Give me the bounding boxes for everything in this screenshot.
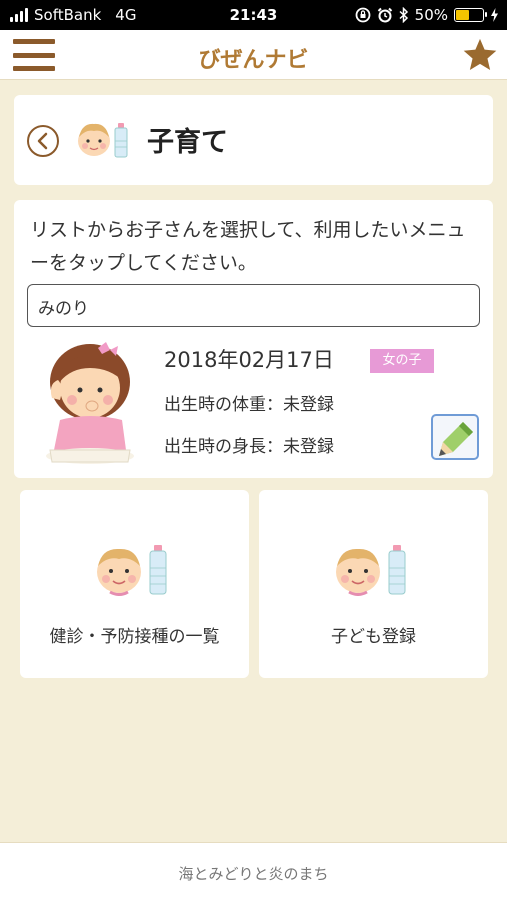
birth-date: 2018年02月17日: [164, 348, 334, 372]
instruction-text: リストからお子さんを選択して、利用したいメニューをタップしてください。: [30, 219, 466, 274]
gender-badge: 女の子: [370, 349, 434, 373]
back-button[interactable]: [27, 125, 59, 157]
menu-label: 子ども登録: [331, 627, 416, 647]
alarm-icon: [377, 7, 392, 23]
app-title: びぜんナビ: [198, 48, 309, 73]
menu-checkup-vaccination-list[interactable]: 健診・予防接種の一覧: [20, 490, 249, 678]
battery-percent: 50%: [414, 6, 448, 24]
footer: 海とみどりと炎のまち: [0, 842, 507, 900]
bluetooth-icon: [399, 7, 408, 23]
star-icon[interactable]: [461, 36, 499, 74]
charging-icon: [491, 8, 498, 22]
baby-bottle-icon: [336, 545, 406, 596]
hamburger-menu-icon[interactable]: [13, 39, 55, 71]
footer-slogan: 海とみどりと炎のまち: [178, 865, 329, 883]
birth-height: 出生時の身長：未登録: [164, 437, 334, 457]
chevron-left-icon: [37, 132, 48, 150]
battery-icon: [454, 8, 487, 22]
baby-bottle-icon: [78, 123, 128, 158]
pencil-edit-icon: [439, 422, 473, 456]
baby-bottle-icon: [97, 545, 167, 596]
menu-child-registration[interactable]: 子ども登録: [259, 490, 488, 678]
page-title: 子育て: [147, 127, 228, 158]
child-select-dropdown[interactable]: みのり: [27, 284, 480, 327]
status-right: 50%: [355, 6, 499, 24]
edit-child-button[interactable]: [431, 414, 479, 460]
status-bar: SoftBank 4G 21:43 50%: [0, 0, 507, 30]
child-selection-card: リストからお子さんを選択して、利用したいメニューをタップしてください。 みのり …: [14, 200, 493, 478]
menu-label: 健診・予防接種の一覧: [49, 627, 220, 647]
child-avatar: [46, 342, 134, 464]
screen-rotation-lock-icon: [355, 7, 371, 23]
battery-level: [456, 10, 469, 20]
title-card: 子育て: [14, 95, 493, 185]
app-header: びぜんナビ: [0, 30, 507, 80]
birth-weight: 出生時の体重：未登録: [164, 395, 334, 415]
